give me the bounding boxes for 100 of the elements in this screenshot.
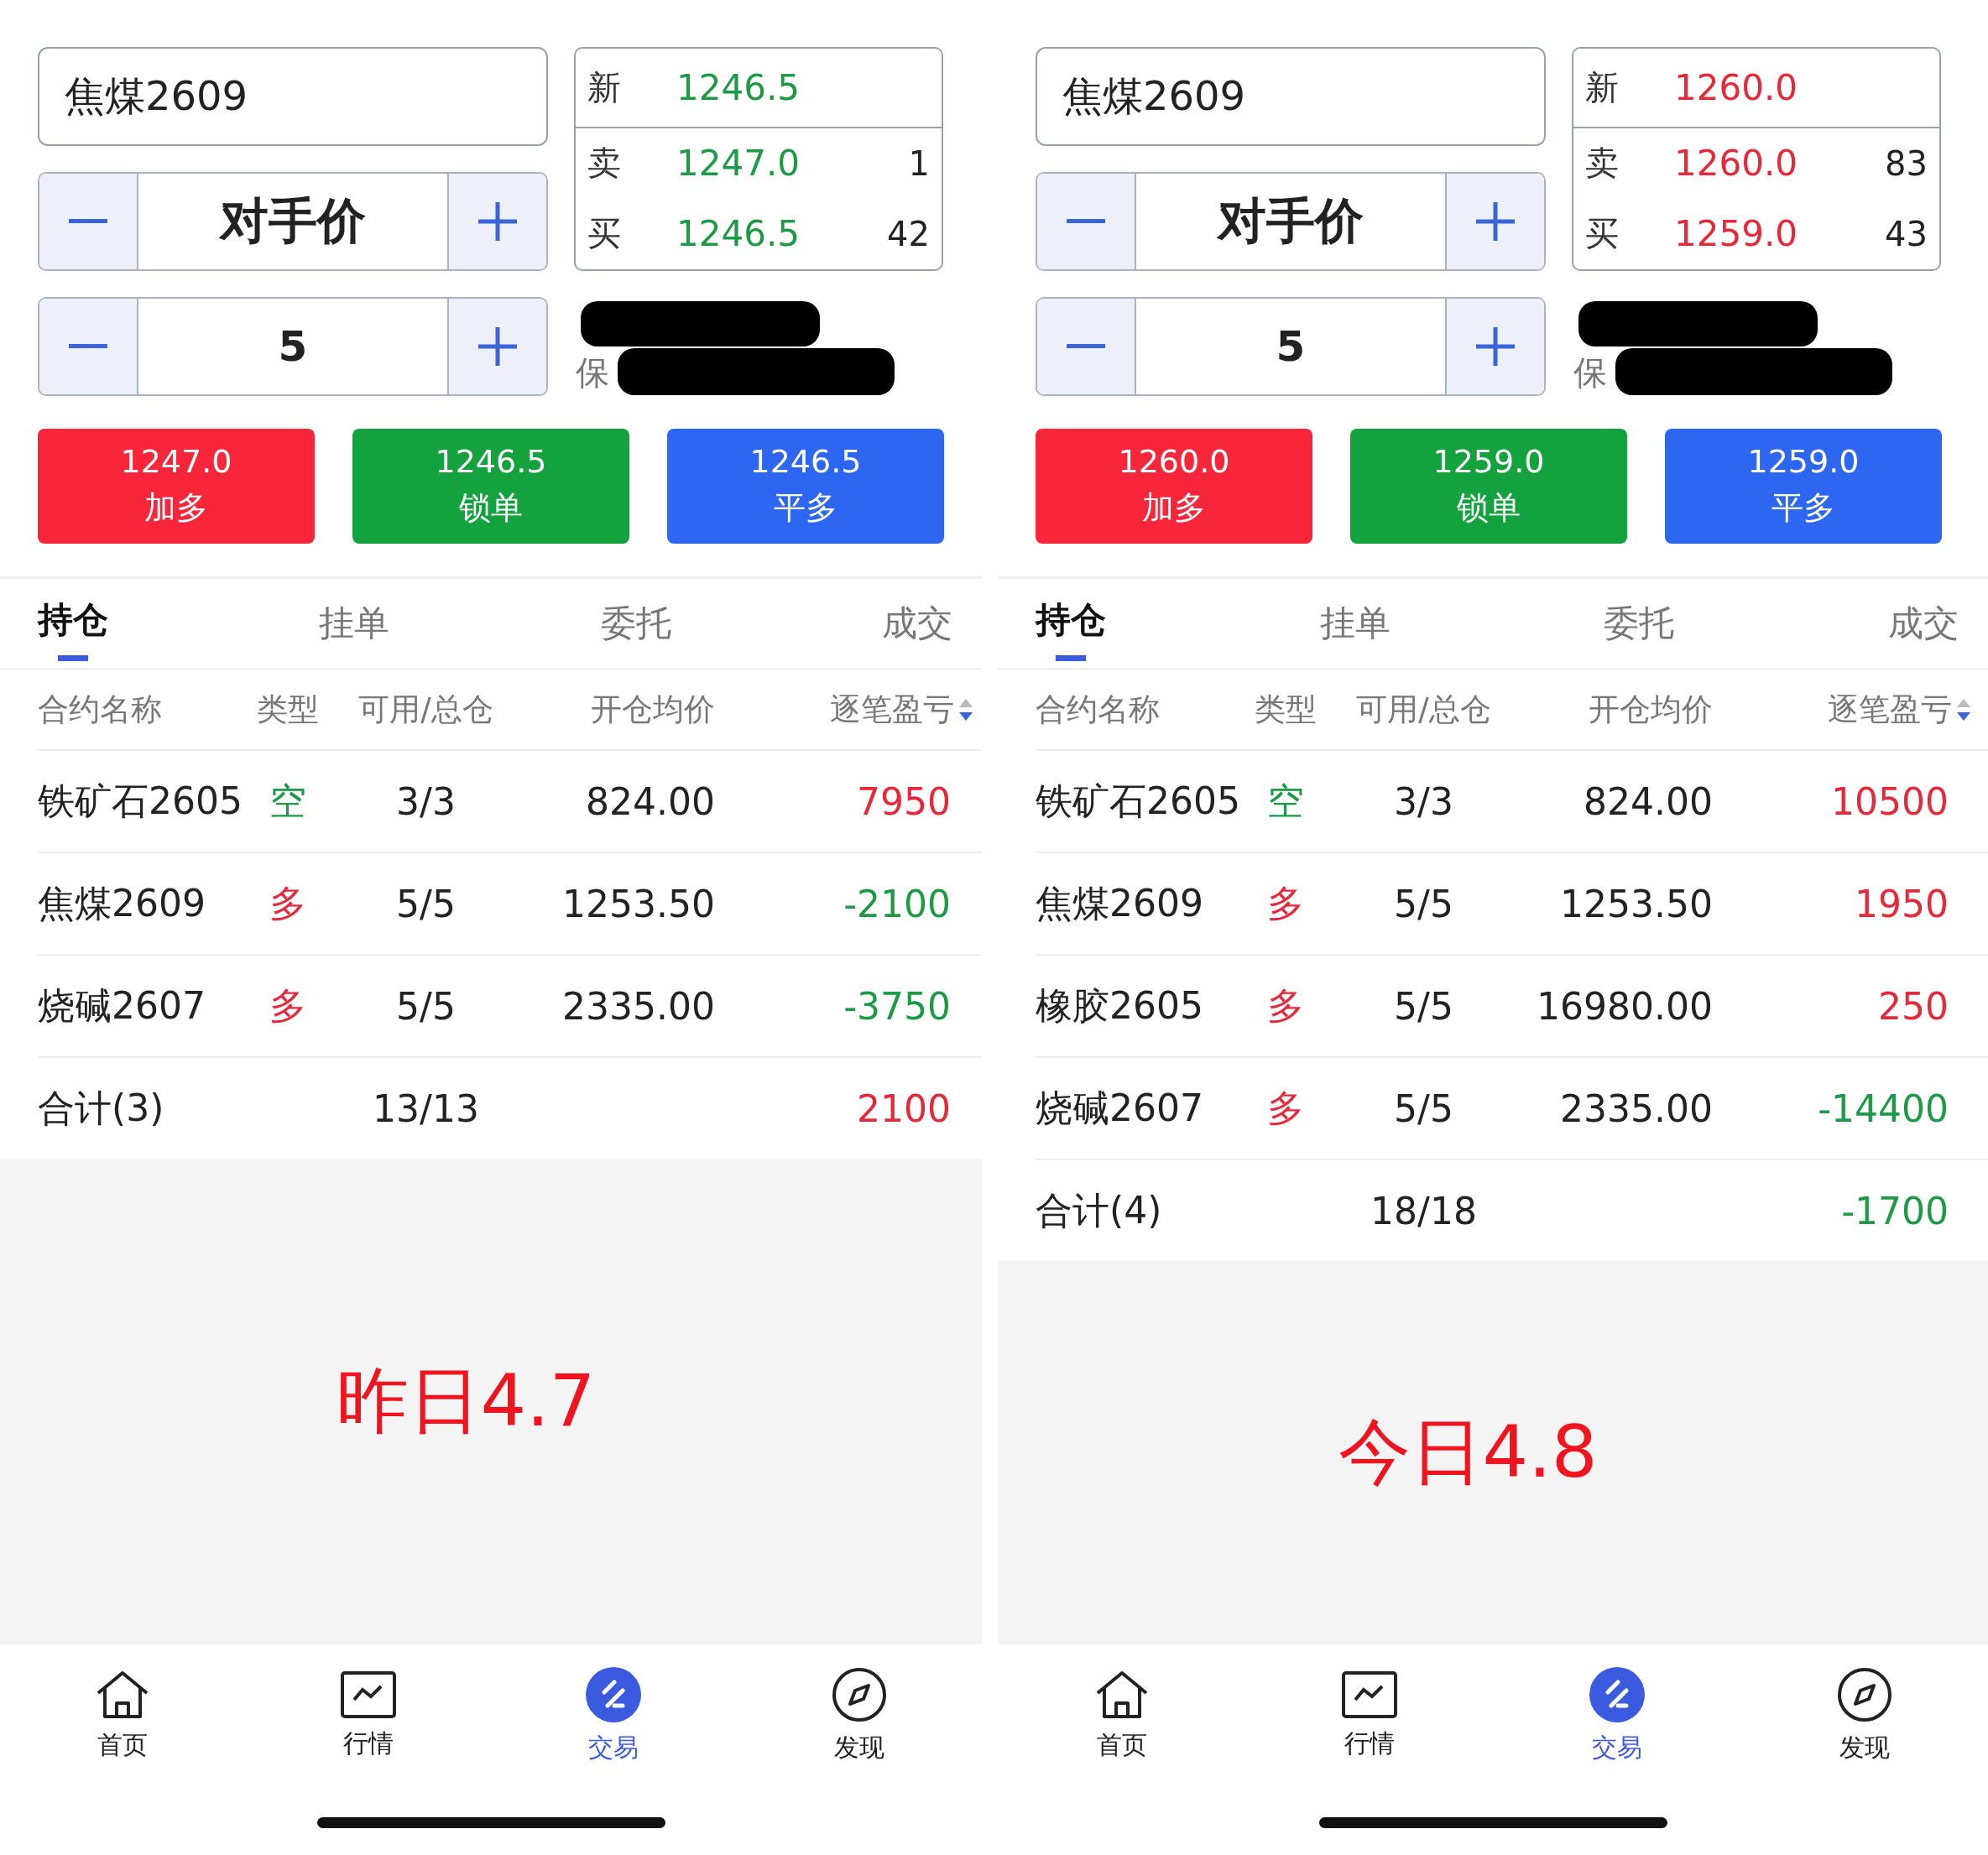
quote-label: 新 [1585, 66, 1620, 108]
quote-price: 1260.0 [1674, 143, 1798, 185]
price-mode: 对手价 [1216, 191, 1364, 251]
position-count: 5/5 [396, 882, 456, 925]
account-label: 保 [576, 352, 609, 393]
price-mode: 对手价 [218, 191, 367, 251]
tab[interactable]: 委托 [600, 579, 671, 668]
total-label: 合计(4) [1036, 1187, 1162, 1233]
contract-name: 橡胶2605 [1036, 982, 1203, 1029]
nav-item[interactable]: 发现 [736, 1644, 982, 1787]
plus-icon [478, 202, 517, 241]
contract-name: 烧碱2607 [1036, 1085, 1203, 1131]
annotation-text: 昨日4.7 [336, 1357, 596, 1444]
quote-price: 1246.5 [676, 66, 801, 108]
nav-item[interactable]: 首页 [998, 1644, 1245, 1787]
quote-price: 1259.0 [1674, 213, 1798, 255]
order-button[interactable]: 1260.0 加多 [1036, 429, 1312, 544]
column-header: 类型 [1254, 690, 1317, 729]
price-stepper[interactable]: 对手价 [1036, 172, 1546, 271]
quantity-stepper[interactable]: 5 [38, 297, 548, 396]
total-position: 13/13 [373, 1086, 479, 1130]
position-count: 3/3 [396, 779, 456, 823]
profit-loss: -14400 [1818, 1086, 1949, 1130]
profit-loss: -2100 [843, 882, 951, 925]
quote-volume: 43 [1885, 214, 1928, 253]
tab[interactable]: 成交 [882, 579, 952, 668]
column-header: 可用/总仓 [1356, 690, 1491, 729]
contract-field[interactable]: 焦煤2609 [1036, 47, 1546, 146]
tab[interactable]: 挂单 [319, 579, 390, 668]
quote-price: 1247.0 [676, 143, 801, 185]
price-stepper[interactable]: 对手价 [38, 172, 548, 271]
minus-icon [69, 219, 107, 224]
tab[interactable]: 成交 [1887, 579, 1959, 668]
quote-label: 买 [1585, 213, 1620, 255]
nav-item[interactable]: 首页 [0, 1644, 246, 1787]
quote-label: 卖 [587, 143, 622, 185]
trade-icon [586, 1666, 642, 1722]
plus-button[interactable] [447, 299, 546, 394]
nav-item[interactable]: 行情 [1245, 1644, 1493, 1787]
plus-button[interactable] [1445, 299, 1544, 394]
plus-button[interactable] [1445, 174, 1544, 269]
trade-icon [1589, 1666, 1645, 1722]
column-header: 开仓均价 [1589, 690, 1713, 729]
compass-icon [1836, 1666, 1892, 1722]
chart-icon [1341, 1670, 1397, 1718]
quote-label: 新 [587, 66, 622, 108]
quote-label: 卖 [1585, 143, 1620, 185]
column-header: 类型 [256, 690, 319, 729]
total-position: 18/18 [1370, 1189, 1477, 1232]
column-header: 可用/总仓 [358, 690, 493, 729]
minus-icon [69, 344, 107, 349]
position-type: 多 [1266, 982, 1304, 1029]
order-button[interactable]: 1259.0 平多 [1665, 429, 1942, 544]
total-profit-loss: -1700 [1841, 1189, 1949, 1232]
average-price: 2335.00 [562, 984, 715, 1028]
nav-item[interactable]: 交易 [491, 1644, 737, 1787]
order-button[interactable]: 1246.5 平多 [667, 429, 944, 544]
plus-icon [1476, 327, 1515, 366]
plus-icon [1476, 202, 1515, 241]
minus-icon [1067, 219, 1105, 224]
average-price: 1253.50 [562, 882, 715, 925]
column-header: 合约名称 [38, 690, 162, 729]
column-header: 开仓均价 [591, 690, 715, 729]
average-price: 16980.00 [1537, 984, 1713, 1028]
tab[interactable]: 挂单 [1319, 579, 1391, 668]
order-button[interactable]: 1247.0 加多 [38, 429, 315, 544]
plus-button[interactable] [447, 174, 546, 269]
minus-icon [1067, 344, 1105, 349]
column-header: 逐笔盈亏 [1828, 690, 1952, 729]
sort-icon[interactable] [959, 698, 973, 721]
plus-icon [478, 327, 517, 366]
position-type: 多 [1266, 1085, 1304, 1131]
position-count: 3/3 [1394, 779, 1453, 823]
quantity-stepper[interactable]: 5 [1036, 297, 1546, 396]
nav-item[interactable]: 发现 [1740, 1644, 1988, 1787]
contract-name: 焦煤2609 [1036, 880, 1203, 926]
contract-name: 烧碱2607 [38, 982, 206, 1029]
column-header: 合约名称 [1036, 690, 1160, 729]
average-price: 2335.00 [1560, 1086, 1713, 1130]
annotation-text: 今日4.8 [1338, 1409, 1598, 1495]
position-count: 5/5 [1394, 984, 1453, 1028]
quote-price: 1260.0 [1674, 66, 1798, 108]
compass-icon [831, 1666, 887, 1722]
tab[interactable]: 委托 [1604, 579, 1675, 668]
average-price: 824.00 [586, 779, 715, 823]
profit-loss: 1950 [1855, 882, 1949, 925]
position-count: 5/5 [1394, 1086, 1453, 1130]
column-header: 逐笔盈亏 [830, 690, 954, 729]
profit-loss: -3750 [843, 984, 951, 1028]
position-type: 多 [269, 880, 306, 926]
sort-icon[interactable] [1957, 698, 1970, 721]
nav-item[interactable]: 交易 [1493, 1644, 1740, 1787]
average-price: 824.00 [1584, 779, 1713, 823]
position-type: 空 [1266, 778, 1304, 824]
profit-loss: 7950 [857, 779, 951, 823]
contract-name: 铁矿石2605 [1036, 778, 1240, 824]
nav-item[interactable]: 行情 [245, 1644, 491, 1787]
quantity-value: 5 [277, 321, 309, 373]
position-type: 多 [269, 982, 306, 1029]
contract-field[interactable]: 焦煤2609 [38, 47, 548, 146]
